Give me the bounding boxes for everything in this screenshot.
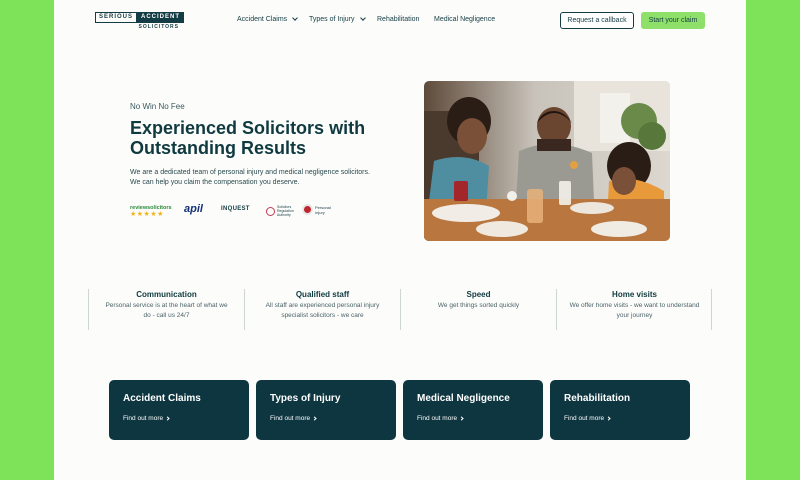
nav-label: Types of Injury <box>309 16 355 23</box>
find-out-more-link[interactable]: Find out more <box>564 415 676 422</box>
find-out-more-link[interactable]: Find out more <box>417 415 529 422</box>
card-types-of-injury[interactable]: Types of Injury Find out more <box>256 380 396 440</box>
personal-injury-label: Personal Injury <box>315 204 331 215</box>
start-claim-button[interactable]: Start your claim <box>641 12 705 29</box>
nav-rehabilitation[interactable]: Rehabilitation <box>377 16 419 23</box>
feature-title: Communication <box>136 290 197 299</box>
card-title: Rehabilitation <box>564 393 631 404</box>
nav-label: Accident Claims <box>237 16 288 23</box>
feature-qualified-staff: Qualified staff All staff are experience… <box>244 289 400 330</box>
logo-word-accident: ACCIDENT <box>137 12 185 23</box>
chevron-right-icon <box>165 416 170 421</box>
hero-description: We are a dedicated team of personal inju… <box>130 169 370 186</box>
chevron-down-icon <box>292 15 299 21</box>
chevron-right-icon <box>606 416 611 421</box>
find-out-more-link[interactable]: Find out more <box>123 415 235 422</box>
chevron-right-icon <box>312 416 317 421</box>
personal-injury-badge: Personal Injury <box>302 204 337 215</box>
chevron-right-icon <box>459 416 464 421</box>
card-rehabilitation[interactable]: Rehabilitation Find out more <box>550 380 690 440</box>
nav-accident-claims[interactable]: Accident Claims <box>237 15 299 23</box>
logo-subtitle: SOLICITORS <box>138 24 179 30</box>
hero-family-photo <box>424 81 670 241</box>
card-link-label: Find out more <box>417 415 458 422</box>
feature-body: All staff are experienced personal injur… <box>265 302 380 319</box>
request-callback-button[interactable]: Request a callback <box>560 12 634 29</box>
hero-headline: Experienced Solicitors with Outstanding … <box>130 118 366 158</box>
card-title: Accident Claims <box>123 393 201 404</box>
logo-word-serious: SERIOUS <box>95 12 138 23</box>
feature-divider <box>711 289 712 330</box>
feature-title: Qualified staff <box>295 290 350 299</box>
nav-types-of-injury[interactable]: Types of Injury <box>309 15 366 23</box>
feature-body: We offer home visits - we want to unders… <box>569 302 700 319</box>
personal-injury-icon <box>302 204 313 215</box>
card-title: Medical Negligence <box>417 393 510 404</box>
card-link-label: Find out more <box>564 415 605 422</box>
feature-body: Personal service is at the heart of what… <box>105 302 228 319</box>
family-breakfast-image <box>424 81 670 241</box>
apil-logo: apil <box>184 203 203 215</box>
nav-label: Medical Negligence <box>434 16 496 23</box>
feature-title: Home visits <box>612 290 657 299</box>
feature-title: Speed <box>466 290 491 299</box>
page: SERIOUS ACCIDENT SOLICITORS Accident Cla… <box>54 0 746 480</box>
reviewsolicitors-badge[interactable]: reviewsolicitors ★★★★★ <box>130 205 172 219</box>
nav-label: Rehabilitation <box>377 16 420 23</box>
card-link-label: Find out more <box>123 415 164 422</box>
chevron-down-icon <box>359 15 366 21</box>
hero-eyebrow: No Win No Fee <box>130 102 185 111</box>
find-out-more-link[interactable]: Find out more <box>270 415 382 422</box>
sra-badge: Solicitors Regulation Authority <box>266 205 303 217</box>
nav-medical-negligence[interactable]: Medical Negligence <box>434 16 495 23</box>
inquest-logo: INQUEST <box>221 206 250 212</box>
sra-label: Solicitors Regulation Authority <box>277 205 294 217</box>
sra-icon <box>266 206 275 216</box>
feature-communication: Communication Personal service is at the… <box>88 289 244 330</box>
feature-speed: Speed We get things sorted quickly <box>400 289 556 330</box>
star-rating: ★★★★★ <box>130 211 164 218</box>
feature-home-visits: Home visits We offer home visits - we wa… <box>556 289 712 330</box>
card-link-label: Find out more <box>270 415 311 422</box>
card-title: Types of Injury <box>270 393 341 404</box>
card-medical-negligence[interactable]: Medical Negligence Find out more <box>403 380 543 440</box>
feature-body: We get things sorted quickly <box>437 302 520 309</box>
card-accident-claims[interactable]: Accident Claims Find out more <box>109 380 249 440</box>
logo[interactable]: SERIOUS ACCIDENT SOLICITORS <box>95 12 185 30</box>
